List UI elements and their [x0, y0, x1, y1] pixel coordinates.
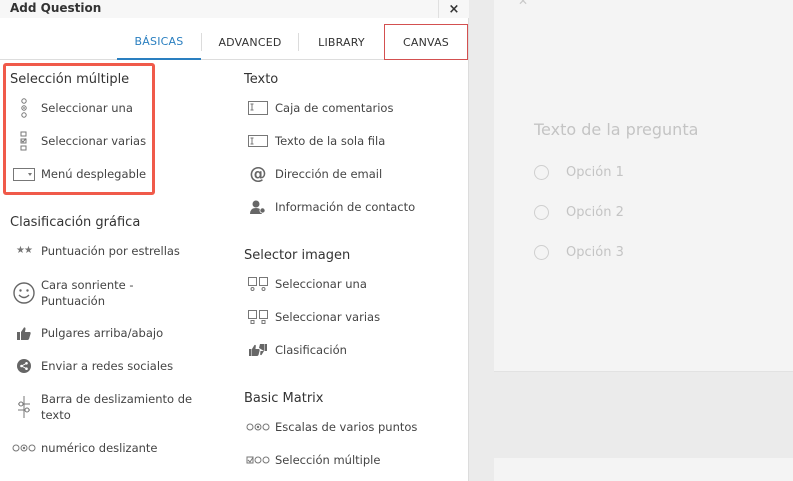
image-single-icon — [245, 276, 271, 292]
option-label: Opción 3 — [566, 245, 624, 260]
card-mark-icon: ✕ — [518, 0, 529, 8]
radio-icon[interactable] — [534, 205, 549, 220]
close-button[interactable]: × — [438, 0, 469, 18]
item-image-rating[interactable]: Clasificación — [245, 342, 347, 358]
thumbs-icon — [11, 325, 37, 341]
matrix-multi-icon — [245, 452, 271, 468]
item-label: Información de contacto — [275, 200, 416, 214]
item-star-rating[interactable]: ★★ Puntuación por estrellas — [11, 243, 180, 259]
option-1[interactable]: Opción 1 — [534, 165, 624, 180]
stars-icon: ★★ — [16, 245, 33, 256]
item-label: numérico deslizante — [41, 441, 158, 455]
section-title-basic-matrix: Basic Matrix — [244, 391, 324, 406]
contact-icon — [245, 199, 271, 215]
option-label: Opción 1 — [566, 165, 624, 180]
at-icon: @ — [249, 164, 267, 184]
item-label: Seleccionar varias — [275, 310, 381, 324]
item-label: Pulgares arriba/abajo — [41, 326, 164, 340]
item-label: Cara sonriente - Puntuación — [41, 277, 134, 309]
option-2[interactable]: Opción 2 — [534, 205, 624, 220]
item-label: Enviar a redes sociales — [41, 359, 174, 373]
item-multipoint-scales[interactable]: Escalas de varios puntos — [245, 419, 417, 435]
tab-basicas[interactable]: BÁSICAS — [117, 24, 201, 60]
item-single-line[interactable]: Texto de la sola fila — [245, 133, 385, 149]
item-matrix-multiple[interactable]: Selección múltiple — [245, 452, 380, 468]
item-label: Clasificación — [275, 343, 347, 357]
option-3[interactable]: Opción 3 — [534, 245, 624, 260]
item-thumbs[interactable]: Pulgares arriba/abajo — [11, 325, 163, 341]
share-icon — [11, 358, 37, 374]
next-question-card[interactable] — [494, 458, 793, 481]
item-label: Seleccionar una — [275, 277, 367, 291]
comment-box-icon — [245, 100, 271, 116]
question-card[interactable] — [494, 0, 793, 372]
image-rating-icon — [245, 342, 271, 358]
item-numeric-slider[interactable]: numérico deslizante — [11, 440, 158, 456]
radio-icon[interactable] — [534, 245, 549, 260]
item-smiley-rating[interactable]: Cara sonriente - Puntuación — [11, 277, 134, 309]
item-share[interactable]: Enviar a redes sociales — [11, 358, 173, 374]
item-label-line2: texto — [41, 408, 71, 422]
item-image-select-one[interactable]: Seleccionar una — [245, 276, 367, 292]
item-label-line1: Cara sonriente - — [41, 278, 134, 292]
item-label: Dirección de email — [275, 167, 383, 181]
item-label-line2: Puntuación — [41, 294, 105, 308]
single-line-icon — [245, 133, 271, 149]
item-label: Escalas de varios puntos — [275, 420, 418, 434]
add-question-panel: Add Question × BÁSICAS ADVANCED LIBRARY … — [0, 0, 469, 481]
item-label: Puntuación por estrellas — [41, 244, 180, 258]
image-multi-icon — [245, 309, 271, 325]
item-contact-info[interactable]: Información de contacto — [245, 199, 415, 215]
item-label: Caja de comentarios — [275, 101, 394, 115]
item-email[interactable]: @ Dirección de email — [245, 164, 383, 184]
item-image-select-multiple[interactable]: Seleccionar varias — [245, 309, 380, 325]
item-label: Selección múltiple — [275, 453, 381, 467]
radio-icon[interactable] — [534, 165, 549, 180]
tab-canvas[interactable]: CANVAS — [384, 24, 468, 60]
tab-advanced[interactable]: ADVANCED — [202, 24, 298, 60]
panel-title: Add Question — [10, 1, 102, 15]
slider-icon — [11, 391, 37, 423]
section-title-text: Texto — [244, 72, 279, 87]
tab-library[interactable]: LIBRARY — [299, 24, 384, 60]
section-title-rating: Clasificación gráfica — [10, 215, 141, 230]
highlight-box — [3, 63, 155, 195]
item-label-line1: Barra de deslizamiento de — [41, 392, 193, 406]
item-text-slider[interactable]: Barra de deslizamiento de texto — [11, 391, 192, 423]
section-title-image-selector: Selector imagen — [244, 248, 351, 263]
numeric-slider-icon — [11, 440, 37, 456]
item-label: Barra de deslizamiento de texto — [41, 391, 192, 423]
question-text[interactable]: Texto de la pregunta — [534, 120, 698, 139]
item-comment-box[interactable]: Caja de comentarios — [245, 100, 393, 116]
multipoint-icon — [245, 419, 271, 435]
item-label: Texto de la sola fila — [275, 134, 386, 148]
smiley-icon — [11, 277, 37, 309]
option-label: Opción 2 — [566, 205, 624, 220]
